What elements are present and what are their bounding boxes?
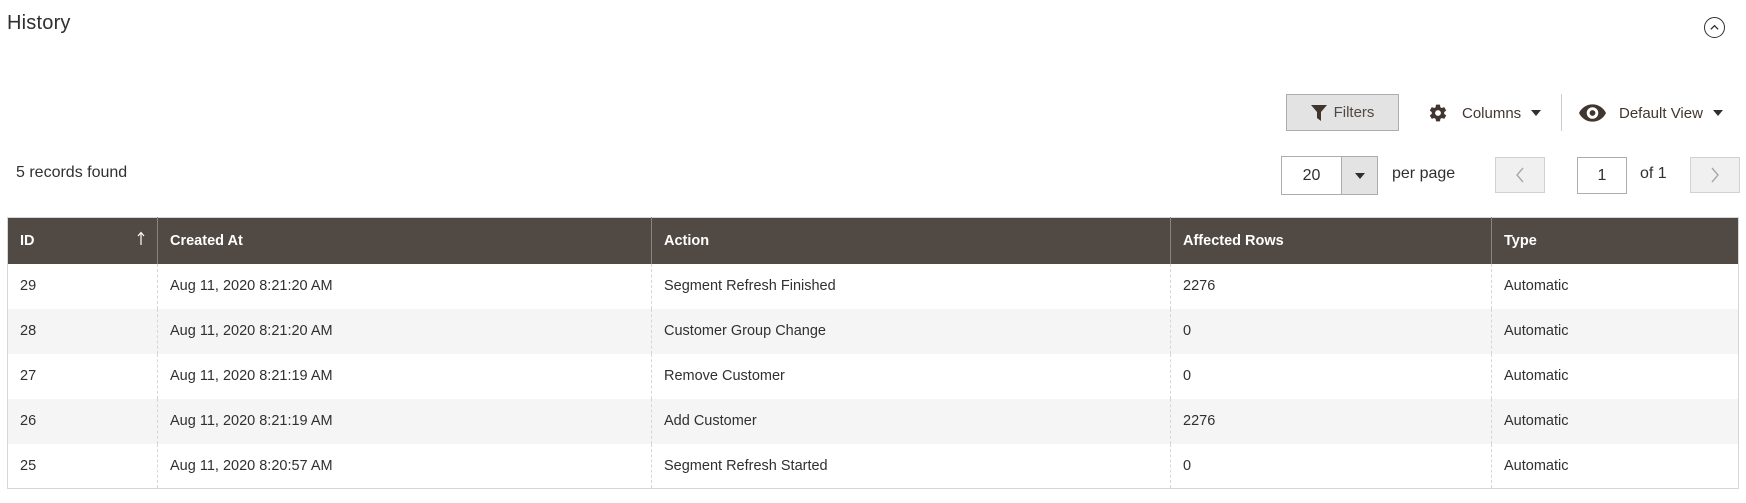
table-row[interactable]: 25 Aug 11, 2020 8:20:57 AM Segment Refre… (8, 443, 1739, 489)
records-count: 5 records found (16, 164, 128, 181)
cell-type: Automatic (1491, 308, 1739, 354)
column-label: Affected Rows (1183, 232, 1284, 249)
column-header-action[interactable]: Action (651, 217, 1171, 264)
per-page-select[interactable]: 20 (1281, 156, 1378, 195)
caret-down-icon (1354, 172, 1365, 179)
cell-action: Customer Group Change (651, 308, 1171, 354)
per-page-label: per page (1392, 165, 1456, 182)
table-row[interactable]: 29 Aug 11, 2020 8:21:20 AM Segment Refre… (8, 263, 1739, 309)
table-row[interactable]: 27 Aug 11, 2020 8:21:19 AM Remove Custom… (8, 353, 1739, 399)
caret-down-icon (1712, 110, 1723, 116)
cell-affected-rows: 0 (1170, 308, 1492, 354)
eye-icon (1579, 104, 1606, 122)
table-row[interactable]: 28 Aug 11, 2020 8:21:20 AM Customer Grou… (7, 308, 1739, 354)
history-grid: ID Created At Action Affected Rows Type (7, 217, 1739, 489)
caret-down-icon (1531, 110, 1542, 116)
per-page-value[interactable]: 20 (1282, 157, 1341, 194)
cell-created-at: Aug 11, 2020 8:21:19 AM (157, 353, 652, 399)
cell-created-at: Aug 11, 2020 8:21:19 AM (157, 398, 652, 444)
funnel-icon (1310, 104, 1327, 121)
gear-icon (1429, 104, 1447, 122)
collapse-button[interactable] (1704, 17, 1725, 38)
column-label: Type (1504, 232, 1537, 249)
next-page-button[interactable] (1690, 157, 1740, 193)
cell-id: 26 (7, 398, 158, 444)
table-row[interactable]: 26 Aug 11, 2020 8:21:19 AM Add Customer … (7, 398, 1739, 444)
section-title: History (7, 12, 71, 34)
cell-type: Automatic (1491, 398, 1739, 444)
cell-affected-rows: 2276 (1170, 263, 1492, 309)
previous-page-button[interactable] (1495, 157, 1545, 193)
columns-dropdown[interactable]: Columns (1428, 100, 1542, 126)
cell-action: Add Customer (651, 398, 1171, 444)
column-header-id[interactable]: ID (7, 217, 158, 264)
toolbar-divider (1561, 94, 1562, 131)
column-header-created-at[interactable]: Created At (157, 217, 652, 264)
cell-created-at: Aug 11, 2020 8:21:20 AM (157, 263, 652, 309)
chevron-up-icon (1710, 24, 1719, 30)
cell-action: Segment Refresh Started (651, 443, 1171, 489)
cell-affected-rows: 0 (1170, 353, 1492, 399)
cell-action: Remove Customer (651, 353, 1171, 399)
column-label: Created At (170, 232, 243, 249)
cell-type: Automatic (1491, 353, 1739, 399)
grid-header-row: ID Created At Action Affected Rows Type (7, 217, 1739, 264)
column-label: ID (20, 232, 35, 249)
filters-label: Filters (1333, 104, 1375, 121)
cell-created-at: Aug 11, 2020 8:21:20 AM (157, 308, 652, 354)
cell-type: Automatic (1491, 443, 1739, 489)
cell-id: 25 (20, 457, 37, 474)
cell-id: 29 (20, 278, 37, 294)
cell-created-at: Aug 11, 2020 8:20:57 AM (157, 443, 652, 489)
chevron-right-icon (1711, 167, 1719, 183)
cell-affected-rows: 2276 (1170, 398, 1492, 444)
history-section: History Filters Columns Default View 5 r… (0, 0, 1746, 503)
per-page-toggle[interactable] (1341, 157, 1377, 194)
column-header-affected-rows[interactable]: Affected Rows (1170, 217, 1492, 264)
columns-label: Columns (1462, 104, 1522, 122)
cell-affected-rows: 0 (1170, 443, 1492, 489)
chevron-left-icon (1516, 167, 1524, 183)
cell-action: Segment Refresh Finished (651, 263, 1171, 309)
column-label: Action (664, 232, 710, 249)
view-dropdown[interactable]: Default View (1579, 100, 1723, 126)
filters-button[interactable]: Filters (1286, 94, 1399, 131)
sort-ascending-icon (137, 231, 145, 245)
view-label: Default View (1619, 104, 1703, 122)
total-pages-label: of 1 (1640, 165, 1667, 182)
cell-id: 28 (7, 308, 158, 354)
cell-id: 27 (20, 368, 37, 384)
current-page-input[interactable] (1577, 157, 1627, 194)
cell-type: Automatic (1491, 263, 1739, 309)
column-header-type[interactable]: Type (1491, 217, 1739, 264)
